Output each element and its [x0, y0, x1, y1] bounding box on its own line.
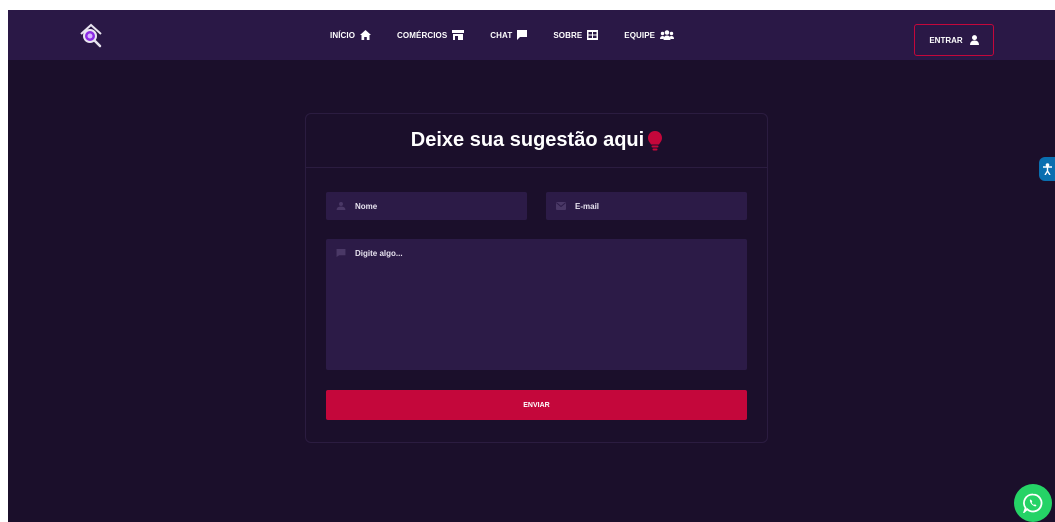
home-icon [360, 30, 372, 40]
nav-item-label: SOBRE [553, 30, 583, 40]
nav-item-label: INÍCIO [330, 30, 356, 40]
nav-item-label: COMÉRCIOS [397, 30, 448, 40]
nav-item-comercios[interactable]: COMÉRCIOS [397, 30, 465, 40]
login-button-label: ENTRAR [929, 35, 963, 45]
envelope-icon [556, 202, 566, 210]
nav-item-label: CHAT [490, 30, 513, 40]
whatsapp-icon [1023, 493, 1043, 513]
comment-icon [336, 249, 346, 257]
user-icon [969, 35, 979, 45]
nav-item-label: EQUIPE [624, 30, 656, 40]
email-placeholder: E-mail [575, 201, 600, 211]
main-nav: INÍCIO COMÉRCIOS CHAT SOBRE EQUIPE [330, 10, 675, 60]
users-icon [660, 30, 675, 40]
submit-button[interactable]: ENVIAR [326, 390, 747, 420]
nav-item-equipe[interactable]: EQUIPE [624, 30, 675, 40]
page-shell: INÍCIO COMÉRCIOS CHAT SOBRE EQUIPE ENTRA… [8, 10, 1055, 522]
store-icon [452, 30, 465, 40]
form-header: Deixe sua sugestão aqui [306, 114, 767, 168]
nav-item-chat[interactable]: CHAT [490, 30, 528, 40]
navbar: INÍCIO COMÉRCIOS CHAT SOBRE EQUIPE ENTRA… [8, 10, 1055, 60]
login-button[interactable]: ENTRAR [914, 24, 994, 56]
nav-item-inicio[interactable]: INÍCIO [330, 30, 372, 40]
name-field[interactable]: Nome [326, 192, 527, 220]
message-placeholder: Digite algo... [355, 249, 403, 258]
user-icon [336, 202, 346, 210]
submit-button-label: ENVIAR [523, 401, 550, 409]
chat-icon [517, 30, 528, 40]
suggestion-form-card: Deixe sua sugestão aqui Nome E-mail Digi… [305, 113, 768, 443]
logo-icon[interactable] [78, 22, 104, 48]
form-title: Deixe sua sugestão aqui [410, 129, 645, 151]
whatsapp-button[interactable] [1014, 484, 1052, 522]
accessibility-icon [1042, 163, 1052, 175]
grid-icon [587, 30, 599, 40]
nav-item-sobre[interactable]: SOBRE [553, 30, 599, 40]
message-field[interactable]: Digite algo... [326, 239, 747, 370]
accessibility-button[interactable] [1039, 157, 1055, 181]
name-placeholder: Nome [355, 201, 378, 211]
lightbulb-icon [648, 130, 663, 150]
email-field[interactable]: E-mail [546, 192, 747, 220]
